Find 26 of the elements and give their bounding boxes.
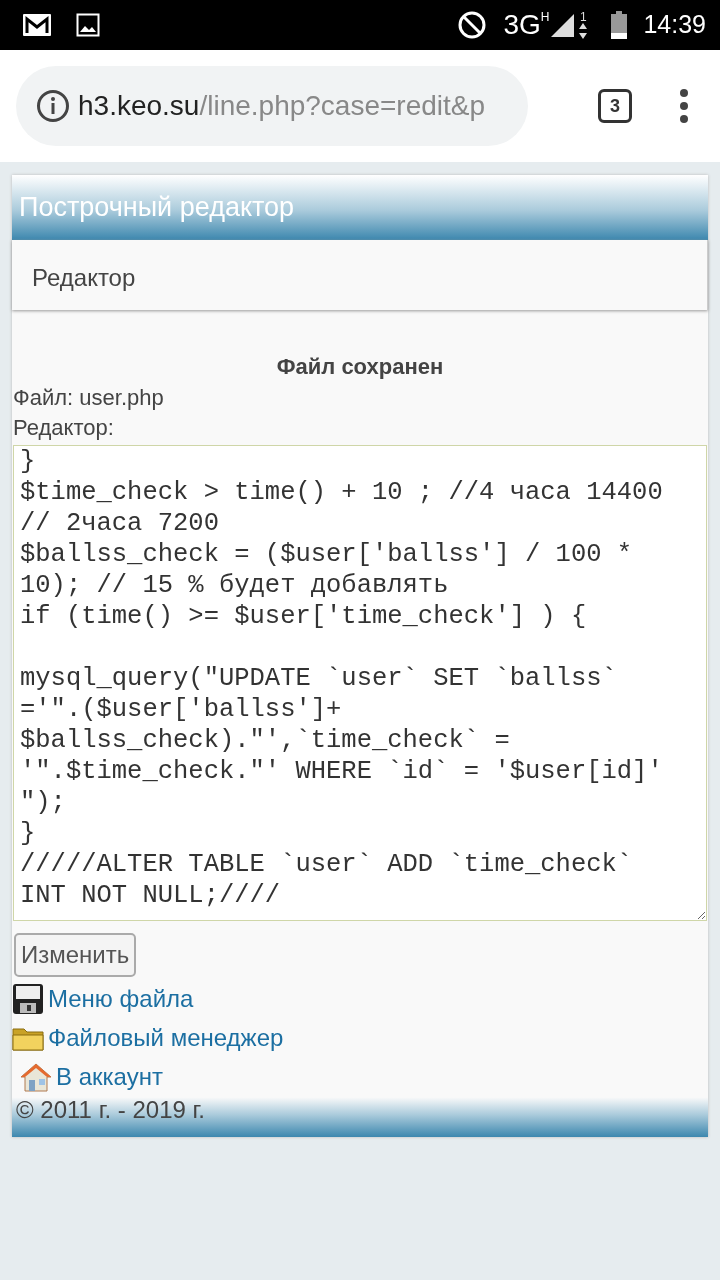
page-footer: © 2011 г. - 2019 г. bbox=[12, 1097, 708, 1137]
mail-icon bbox=[22, 13, 52, 37]
status-message: Файл сохранен bbox=[275, 353, 445, 381]
tab[interactable]: Редактор bbox=[12, 240, 708, 310]
address-bar[interactable]: h3.keo.su/line.php?case=redit&p bbox=[16, 66, 528, 146]
image-icon bbox=[76, 13, 100, 37]
signal-icon bbox=[549, 12, 576, 38]
file-name-label: Файл: user.php bbox=[12, 384, 165, 412]
clock: 14:39 bbox=[643, 9, 706, 41]
house-icon bbox=[20, 1062, 52, 1092]
url-path: /line.php?case=redit&p bbox=[199, 89, 486, 123]
editor-label: Редактор: bbox=[12, 414, 115, 442]
code-editor[interactable]: } $time_check > time() + 10 ; //4 часа 14400 // 2часа 7200 $ballss_check = ($user['ballss'] / 100 * 10); // 15 % будет добавлять if (time() >= $user['time_check'] ) { mysql_query("UPDATE `user` SET `ballss` ='".($user['ballss']+ $ballss_check)."',`time_check` = '".$time_check."' WHERE `id` = '$user[id]' "); } /////ALTER TABLE `user` ADD `time_check` INT NOT NULL;//// bbox=[13, 445, 707, 921]
battery-icon bbox=[611, 11, 628, 39]
tab-count-button[interactable]: 3 bbox=[598, 89, 632, 123]
info-icon bbox=[36, 89, 70, 123]
sim-indicator: 1 bbox=[579, 11, 588, 39]
nav-link-text[interactable]: Файловый менеджер bbox=[48, 1020, 284, 1056]
folder-icon bbox=[12, 1025, 44, 1051]
submit-button[interactable]: Изменить bbox=[14, 933, 137, 977]
page-header: Построчный редактор bbox=[12, 175, 708, 240]
nav-link-text[interactable]: Меню файла bbox=[48, 981, 194, 1017]
url-host: h3.keo.su bbox=[78, 89, 200, 123]
nav-link-text[interactable]: В аккаунт bbox=[56, 1059, 163, 1095]
do-not-disturb-icon bbox=[457, 10, 488, 40]
menu-icon[interactable] bbox=[680, 89, 688, 123]
